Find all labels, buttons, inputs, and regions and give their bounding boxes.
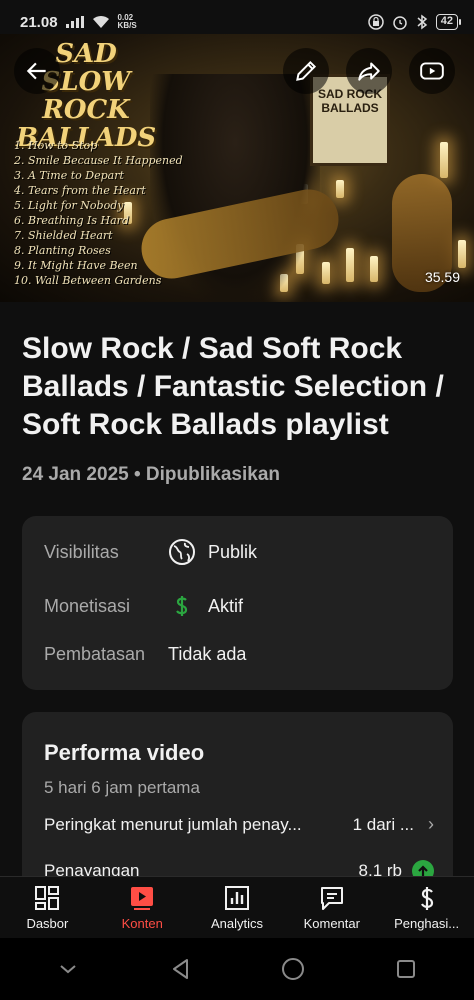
chevron-down-icon[interactable] xyxy=(55,956,81,982)
youtube-button[interactable] xyxy=(409,48,455,94)
track-list: 1. How to Stop 2. Smile Because It Happe… xyxy=(14,138,183,288)
bottom-navigation: Dasbor Konten Analytics Komentar Penghas… xyxy=(0,876,474,938)
content-icon xyxy=(131,887,154,910)
lock-icon xyxy=(368,14,384,30)
net-speed: 0.02 KB/S xyxy=(117,13,137,30)
home-circle-icon[interactable] xyxy=(280,956,306,982)
youtube-icon xyxy=(420,62,444,80)
nav-dashboard[interactable]: Dasbor xyxy=(0,877,95,938)
alarm-icon xyxy=(393,16,407,30)
restriction-value: Tidak ada xyxy=(168,644,247,664)
dollar-green-icon xyxy=(168,592,196,620)
analytics-icon xyxy=(224,886,249,910)
track-item: 10. Wall Between Gardens xyxy=(14,274,162,287)
edit-button[interactable] xyxy=(283,48,329,94)
nav-analytics-label: Analytics xyxy=(210,916,263,931)
restriction-label: Pembatasan xyxy=(44,644,146,664)
monetization-row[interactable]: Monetisasi Aktif xyxy=(44,592,243,620)
clock: 21.08 xyxy=(20,13,58,31)
dollar-icon xyxy=(420,887,433,910)
rank-row[interactable]: Peringkat menurut jumlah penay... 1 dari… xyxy=(44,814,434,835)
rank-label: Peringkat menurut jumlah penay... xyxy=(44,814,302,834)
publish-date: 24 Jan 2025 xyxy=(22,464,129,485)
back-button[interactable] xyxy=(14,48,60,94)
track-item: 4. Tears from the Heart xyxy=(14,184,146,197)
nav-earnings[interactable]: Penghasi... xyxy=(379,877,474,938)
dashboard-icon xyxy=(35,886,60,910)
signal-icon xyxy=(65,16,84,28)
visibility-row[interactable]: Visibilitas Publik xyxy=(44,538,257,566)
chevron-right-icon: › xyxy=(428,814,434,834)
back-arrow-icon xyxy=(26,62,46,80)
comment-icon xyxy=(320,887,343,910)
nav-content-label: Konten xyxy=(121,916,163,931)
recents-square-icon[interactable] xyxy=(393,956,419,982)
visibility-label: Visibilitas xyxy=(44,541,119,562)
track-item: 2. Smile Because It Happened xyxy=(14,154,183,167)
performance-period: 5 hari 6 jam pertama xyxy=(44,778,200,797)
bluetooth-icon xyxy=(417,14,427,30)
visibility-value: Publik xyxy=(208,541,258,562)
nav-earnings-label: Penghasi... xyxy=(394,916,460,931)
nav-analytics[interactable]: Analytics xyxy=(190,877,285,938)
nav-comments[interactable]: Komentar xyxy=(284,877,379,938)
track-item: 3. A Time to Depart xyxy=(14,169,124,182)
nav-content[interactable]: Konten xyxy=(95,877,190,938)
share-button[interactable] xyxy=(346,48,392,94)
publish-meta: 24 Jan 2025 • Dipublikasikan xyxy=(22,464,280,486)
track-item: 8. Planting Roses xyxy=(14,244,111,257)
system-navigation-bar xyxy=(0,938,474,1000)
video-title: Slow Rock / Sad Soft Rock Ballads / Fant… xyxy=(22,332,444,441)
video-duration: 35.59 xyxy=(424,269,460,285)
wifi-icon xyxy=(92,15,109,28)
video-details-card: Visibilitas Publik Monetisasi Aktif Pemb… xyxy=(22,516,453,690)
share-icon xyxy=(358,62,380,81)
restriction-row[interactable]: Pembatasan Tidak ada xyxy=(44,644,246,665)
meta-separator: • xyxy=(133,464,141,485)
track-item: 5. Light for Nobody xyxy=(14,199,124,212)
rank-value: 1 dari ... xyxy=(352,814,414,834)
nav-comments-label: Komentar xyxy=(303,916,360,931)
pencil-icon xyxy=(296,60,317,81)
battery-indicator: 42 xyxy=(435,14,462,30)
track-item: 1. How to Stop xyxy=(14,139,98,152)
publish-status: Dipublikasikan xyxy=(145,464,281,485)
track-item: 7. Shielded Heart xyxy=(14,229,113,242)
monetization-value: Aktif xyxy=(208,595,244,616)
performance-title: Performa video xyxy=(44,740,205,765)
globe-icon xyxy=(168,538,196,566)
monetization-label: Monetisasi xyxy=(44,595,131,616)
track-item: 9. It Might Have Been xyxy=(14,259,138,272)
back-triangle-icon[interactable] xyxy=(168,956,194,982)
video-thumbnail[interactable]: SAD ROCK BALLADS SAD SLOW ROCK BALLADS 1… xyxy=(0,34,474,302)
nav-dashboard-label: Dasbor xyxy=(26,916,69,931)
track-item: 6. Breathing Is Hard xyxy=(14,214,129,227)
